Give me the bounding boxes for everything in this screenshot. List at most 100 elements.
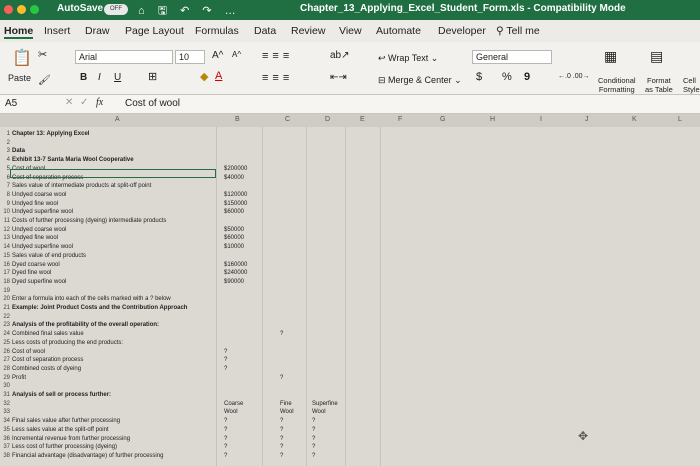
cell-styles-button[interactable]: Cell Style xyxy=(683,76,700,94)
tab-data[interactable]: Data xyxy=(254,25,276,37)
row-number[interactable]: 1 xyxy=(0,131,10,137)
cancel-icon[interactable]: ✕ xyxy=(65,97,73,108)
orientation-icon[interactable]: ab↗ xyxy=(330,50,350,61)
row-number[interactable]: 13 xyxy=(0,235,10,241)
conditional-formatting-button[interactable]: Conditional Formatting xyxy=(598,76,636,94)
font-color-icon[interactable]: A xyxy=(215,70,222,82)
borders-icon[interactable]: ⊞ xyxy=(148,70,157,83)
tab-formulas[interactable]: Formulas xyxy=(195,25,239,37)
currency-button[interactable]: $ xyxy=(476,71,482,83)
row-number[interactable]: 27 xyxy=(0,357,10,363)
row-number[interactable]: 21 xyxy=(0,305,10,311)
col-i[interactable]: I xyxy=(540,116,542,123)
row-number[interactable]: 29 xyxy=(0,375,10,381)
row-number[interactable]: 34 xyxy=(0,418,10,424)
decimal-icons[interactable]: ←.0 .00→ xyxy=(558,73,590,80)
formula-input[interactable]: Cost of wool xyxy=(125,98,180,109)
window-controls[interactable] xyxy=(4,5,39,14)
col-g[interactable]: G xyxy=(440,116,445,123)
row-number[interactable]: 35 xyxy=(0,427,10,433)
tab-automate[interactable]: Automate xyxy=(376,25,421,37)
row-number[interactable]: 9 xyxy=(0,201,10,207)
font-shrink-icon[interactable]: A^ xyxy=(232,50,241,59)
col-k[interactable]: K xyxy=(632,116,637,123)
row-number[interactable]: 24 xyxy=(0,331,10,337)
percent-button[interactable]: % xyxy=(502,71,512,83)
active-cell[interactable] xyxy=(10,169,216,178)
row-number[interactable]: 11 xyxy=(0,218,10,224)
row-number[interactable]: 32 xyxy=(0,401,10,407)
row-number[interactable]: 17 xyxy=(0,270,10,276)
row-number[interactable]: 14 xyxy=(0,244,10,250)
row-number[interactable]: 18 xyxy=(0,279,10,285)
clipboard-icon[interactable]: 📋 xyxy=(12,48,32,68)
font-grow-icon[interactable]: A^ xyxy=(212,50,223,61)
row-number[interactable]: 2 xyxy=(0,140,10,146)
col-j[interactable]: J xyxy=(585,116,589,123)
row-number[interactable]: 5 xyxy=(0,166,10,172)
tab-insert[interactable]: Insert xyxy=(44,25,70,37)
col-f[interactable]: F xyxy=(398,116,402,123)
row-number[interactable]: 25 xyxy=(0,340,10,346)
row-number[interactable]: 12 xyxy=(0,227,10,233)
close-icon[interactable] xyxy=(4,5,13,14)
indent-icons[interactable]: ⇤⇥ xyxy=(330,72,347,83)
format-painter-icon[interactable]: 🖌 xyxy=(38,75,51,86)
merge-center-button[interactable]: ⊟ Merge & Center ⌄ xyxy=(378,75,462,86)
row-number[interactable]: 23 xyxy=(0,322,10,328)
col-e[interactable]: E xyxy=(360,116,365,123)
align-horizontal-icons[interactable]: ≡≡≡ xyxy=(262,72,293,84)
row-number[interactable]: 31 xyxy=(0,392,10,398)
tab-page-layout[interactable]: Page Layout xyxy=(125,25,184,37)
font-name-select[interactable]: Arial xyxy=(75,50,173,64)
col-b[interactable]: B xyxy=(235,116,240,123)
paste-button[interactable]: Paste xyxy=(8,73,31,83)
autosave-toggle[interactable]: OFF xyxy=(104,4,128,15)
tab-view[interactable]: View xyxy=(339,25,362,37)
tab-tell-me[interactable]: ⚲ Tell me xyxy=(496,25,540,37)
tab-home[interactable]: Home xyxy=(4,25,34,39)
align-top-icons[interactable]: ≡≡≡ xyxy=(262,50,293,62)
tab-draw[interactable]: Draw xyxy=(85,25,110,37)
cut-icon[interactable]: ✂ xyxy=(38,48,47,61)
tab-review[interactable]: Review xyxy=(291,25,325,37)
comma-button[interactable]: 9 xyxy=(524,71,530,83)
row-number[interactable]: 3 xyxy=(0,148,10,154)
row-number[interactable]: 37 xyxy=(0,444,10,450)
italic-button[interactable]: I xyxy=(98,72,101,83)
number-format-select[interactable]: General xyxy=(472,50,552,64)
row-number[interactable]: 6 xyxy=(0,175,10,181)
row-number[interactable]: 15 xyxy=(0,253,10,259)
row-number[interactable]: 19 xyxy=(0,288,10,294)
minimize-icon[interactable] xyxy=(17,5,26,14)
font-size-select[interactable]: 10 xyxy=(175,50,205,64)
fill-color-icon[interactable]: ◆ xyxy=(200,70,208,83)
conditional-format-icon[interactable]: ▦ xyxy=(604,48,617,65)
row-number[interactable]: 36 xyxy=(0,436,10,442)
name-box[interactable]: A5 xyxy=(5,98,17,109)
format-table-icon[interactable]: ▤ xyxy=(650,48,663,65)
row-number[interactable]: 4 xyxy=(0,157,10,163)
wrap-text-button[interactable]: ↩ Wrap Text ⌄ xyxy=(378,53,438,64)
col-l[interactable]: L xyxy=(678,116,682,123)
row-number[interactable]: 22 xyxy=(0,314,10,320)
row-number[interactable]: 38 xyxy=(0,453,10,459)
row-number[interactable]: 33 xyxy=(0,409,10,415)
col-a[interactable]: A xyxy=(115,116,120,123)
format-as-table-button[interactable]: Format as Table xyxy=(645,76,673,94)
bold-button[interactable]: B xyxy=(80,72,87,83)
row-number[interactable]: 7 xyxy=(0,183,10,189)
enter-icon[interactable]: ✓ xyxy=(80,97,88,108)
row-number[interactable]: 20 xyxy=(0,296,10,302)
col-c[interactable]: C xyxy=(285,116,290,123)
col-d[interactable]: D xyxy=(325,116,330,123)
col-h[interactable]: H xyxy=(490,116,495,123)
row-number[interactable]: 8 xyxy=(0,192,10,198)
row-number[interactable]: 30 xyxy=(0,383,10,389)
underline-button[interactable]: U xyxy=(114,72,121,83)
quick-access-icons[interactable]: ⌂ 🖫 ↶ ↷ … xyxy=(138,2,241,21)
zoom-icon[interactable] xyxy=(30,5,39,14)
function-icon[interactable]: fx xyxy=(96,97,103,108)
tab-developer[interactable]: Developer xyxy=(438,25,486,37)
row-number[interactable]: 28 xyxy=(0,366,10,372)
